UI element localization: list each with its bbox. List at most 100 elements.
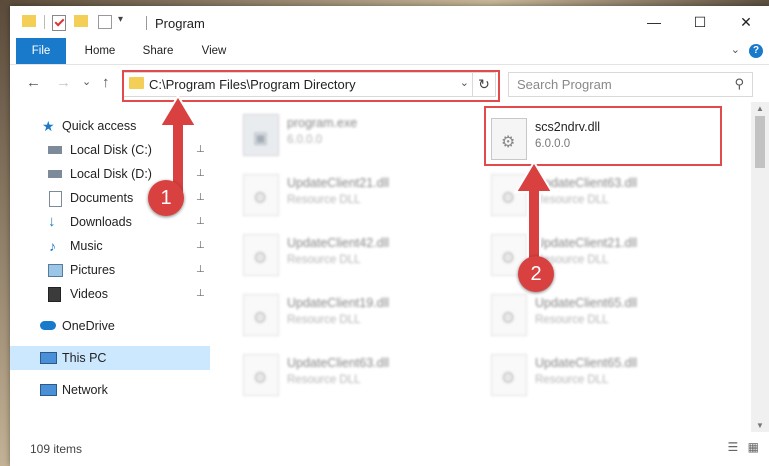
expand-ribbon-icon[interactable]: ⌄ [731,44,740,56]
dll-file-icon: ⚙ [243,174,279,216]
vertical-scrollbar[interactable]: ▲ ▼ [751,102,769,432]
forward-button[interactable]: → [56,74,71,91]
drive-icon [48,146,62,154]
file-item[interactable]: ⚙ UpdateClient19.dll Resource DLL [243,288,463,338]
computer-icon [40,352,57,364]
file-name: UpdateClient42.dll [287,236,390,250]
file-description: Resource DLL [287,254,361,266]
scroll-thumb[interactable] [755,116,765,168]
file-item[interactable]: ⚙ UpdateClient21.dll Resource DLL [243,168,463,218]
documents-icon [49,191,62,207]
recent-locations-button[interactable]: ⌄ [82,75,91,88]
music-icon: ♪ [49,238,56,254]
scroll-down-icon[interactable]: ▼ [756,421,764,430]
dll-file-icon: ⚙ [243,354,279,396]
ribbon: File Home Share View ⌄ ? [10,38,769,65]
nav-videos[interactable]: Videos ⊥ [10,282,210,306]
toolbar-dropdown-icon[interactable]: ▾ [118,14,123,25]
status-bar: 109 items ☰ ▦ [10,432,769,466]
nav-label: Local Disk (C:) [70,143,152,157]
nav-label: Music [70,239,103,253]
close-button[interactable]: ✕ [723,6,769,38]
cloud-icon [40,321,56,330]
file-name: UpdateClient65.dll [535,356,638,370]
tab-file[interactable]: File [16,38,66,64]
nav-label: OneDrive [62,319,115,333]
nav-label: Network [62,383,108,397]
file-name: UpdateClient65.dll [535,296,638,310]
pictures-icon [48,264,63,277]
folder-icon [22,15,36,27]
step-2-badge: 2 [518,256,554,292]
star-icon: ★ [42,118,55,134]
minimize-button[interactable]: — [631,6,677,38]
step-1-badge: 1 [148,180,184,216]
dll-file-icon: ⚙ [243,294,279,336]
file-description: Resource DLL [287,194,361,206]
search-box[interactable]: Search Program ⚲ [508,72,753,97]
nav-this-pc[interactable]: This PC [10,346,210,370]
scroll-up-icon[interactable]: ▲ [756,104,764,113]
file-item[interactable]: ⚙ UpdateClient65.dll Resource DLL [491,348,711,398]
nav-network[interactable]: Network [10,378,210,402]
file-description: Resource DLL [535,374,609,386]
nav-label: Quick access [62,119,137,133]
nav-label: This PC [62,351,107,365]
ribbon-controls: ⌄ ? [731,43,763,58]
item-count: 109 items [30,442,83,456]
properties-icon[interactable] [52,15,66,31]
file-description: Resource DLL [287,314,361,326]
tab-share[interactable]: Share [136,38,180,64]
details-view-icon[interactable]: ☰ [728,440,739,454]
nav-label: Documents [70,191,134,205]
nav-label: Downloads [70,215,132,229]
drive-icon [48,170,62,178]
new-folder-icon[interactable] [74,15,88,27]
title-bar: ▾ Program — ☐ ✕ [10,6,769,38]
nav-downloads[interactable]: ↓ Downloads ⊥ [10,210,210,234]
tab-home[interactable]: Home [78,38,122,64]
network-icon [40,384,57,396]
file-description: Resource DLL [535,314,609,326]
separator [44,15,45,29]
file-name: UpdateClient21.dll [287,176,390,190]
maximize-button[interactable]: ☐ [677,6,723,38]
pin-icon[interactable]: ⊥ [196,210,205,234]
search-icon[interactable]: ⚲ [734,76,744,92]
nav-label: Videos [70,287,108,301]
customize-toolbar-icon[interactable] [98,15,112,29]
pin-icon[interactable]: ⊥ [196,282,205,306]
nav-pictures[interactable]: Pictures ⊥ [10,258,210,282]
help-icon[interactable]: ? [749,44,763,58]
pin-icon[interactable]: ⊥ [196,258,205,282]
file-description: 6.0.0.0 [287,134,323,146]
search-input[interactable]: Search Program [517,77,612,92]
up-button[interactable]: ↑ [102,74,110,91]
file-item[interactable]: ▣ program.exe 6.0.0.0 [243,108,463,158]
file-name: program.exe [287,116,358,130]
downloads-icon: ↓ [48,213,56,230]
exe-icon: ▣ [243,114,279,156]
videos-icon [48,287,61,302]
nav-label: Local Disk (D:) [70,167,152,181]
title-separator [146,16,147,30]
large-icons-view-icon[interactable]: ▦ [748,440,759,454]
view-toggle: ☰ ▦ [728,440,759,454]
nav-music[interactable]: ♪ Music ⊥ [10,234,210,258]
file-name: UpdateClient63.dll [287,356,390,370]
file-item[interactable]: ⚙ UpdateClient65.dll Resource DLL [491,288,711,338]
file-item[interactable]: ⚙ UpdateClient63.dll Resource DLL [243,348,463,398]
tab-view[interactable]: View [194,38,234,64]
dll-file-icon: ⚙ [491,354,527,396]
file-item[interactable]: ⚙ UpdateClient42.dll Resource DLL [243,228,463,278]
back-button[interactable]: ← [26,74,41,91]
dll-file-icon: ⚙ [491,294,527,336]
file-name: UpdateClient19.dll [287,296,390,310]
nav-onedrive[interactable]: OneDrive [10,314,210,338]
window-title: Program [155,16,205,31]
pin-icon[interactable]: ⊥ [196,234,205,258]
file-description: Resource DLL [287,374,361,386]
explorer-window: ▾ Program — ☐ ✕ File Home Share View ⌄ ?… [10,6,769,466]
dll-file-icon: ⚙ [243,234,279,276]
nav-label: Pictures [70,263,116,277]
